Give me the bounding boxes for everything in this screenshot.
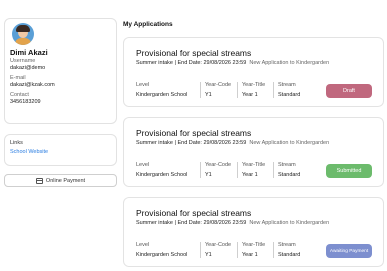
status-badge[interactable]: Awaiting Payment xyxy=(326,244,372,258)
credit-card-icon xyxy=(35,177,43,184)
application-intake: Summer intake | End Date: 29/08/2026 23:… xyxy=(136,60,247,66)
application-type: New Application to Kindergarden xyxy=(249,60,330,66)
stream-value: Standard xyxy=(278,252,301,258)
application-subtitle: Summer intake | End Date: 29/08/2026 23:… xyxy=(136,60,329,66)
application-card[interactable]: Provisional for special streams Summer i… xyxy=(123,197,384,267)
contact-label: Contact xyxy=(10,92,29,98)
application-details: Level Kindergarden School Year-Code Y1 Yea… xyxy=(136,242,322,258)
year-title-label: Year-Title xyxy=(242,82,266,88)
application-details: Level Kindergarden School Year-Code Y1 Yea… xyxy=(136,162,322,178)
links-card: Links School Website xyxy=(4,134,117,166)
year-title-label: Year-Title xyxy=(242,162,266,168)
username-label: Username xyxy=(10,58,36,64)
stream-label: Stream xyxy=(278,242,296,248)
profile-name: Dimi Akazi xyxy=(10,48,48,57)
status-badge[interactable]: Draft xyxy=(326,84,372,98)
year-code-value: Y1 xyxy=(205,172,212,178)
application-title: Provisional for special streams xyxy=(136,48,252,58)
year-code-label: Year-Code xyxy=(205,162,232,168)
avatar xyxy=(12,23,34,45)
sidebar: Dimi Akazi Username dakazi@demo E-mail d… xyxy=(4,18,117,187)
stream-value: Standard xyxy=(278,172,301,178)
application-intake: Summer intake | End Date: 29/08/2026 23:… xyxy=(136,220,247,226)
online-payment-label: Online Payment xyxy=(45,177,86,184)
school-website-link[interactable]: School Website xyxy=(10,149,111,155)
email-value: dakazi@kzak.com xyxy=(10,82,55,88)
links-title: Links xyxy=(10,140,23,146)
year-title-label: Year-Title xyxy=(242,242,266,248)
level-value: Kindergarden School xyxy=(136,252,188,258)
application-subtitle: Summer intake | End Date: 29/08/2026 23:… xyxy=(136,220,329,226)
stream-label: Stream xyxy=(278,82,296,88)
stream-value: Standard xyxy=(278,92,301,98)
application-details: Level Kindergarden School Year-Code Y1 Yea… xyxy=(136,82,322,98)
level-label: Level xyxy=(136,162,150,168)
year-title-value: Year 1 xyxy=(242,92,258,98)
application-type: New Application to Kindergarden xyxy=(249,140,330,146)
year-code-label: Year-Code xyxy=(205,242,232,248)
year-code-label: Year-Code xyxy=(205,82,232,88)
online-payment-button[interactable]: Online Payment xyxy=(4,174,117,187)
level-value: Kindergarden School xyxy=(136,92,188,98)
profile-card: Dimi Akazi Username dakazi@demo E-mail d… xyxy=(4,18,117,124)
application-card[interactable]: Provisional for special streams Summer i… xyxy=(123,117,384,187)
year-code-value: Y1 xyxy=(205,252,212,258)
year-code-value: Y1 xyxy=(205,92,212,98)
contact-value: 3456183209 xyxy=(10,99,41,105)
year-title-value: Year 1 xyxy=(242,172,258,178)
application-intake: Summer intake | End Date: 29/08/2026 23:… xyxy=(136,140,247,146)
level-value: Kindergarden School xyxy=(136,172,188,178)
application-subtitle: Summer intake | End Date: 29/08/2026 23:… xyxy=(136,140,329,146)
username-value: dakazi@demo xyxy=(10,65,46,71)
level-label: Level xyxy=(136,82,150,88)
application-type: New Application to Kindergarden xyxy=(249,220,330,226)
page-title: My Applications xyxy=(123,21,173,28)
year-title-value: Year 1 xyxy=(242,252,258,258)
level-label: Level xyxy=(136,242,150,248)
email-label: E-mail xyxy=(10,75,26,81)
status-badge[interactable]: Submitted xyxy=(326,164,372,178)
application-title: Provisional for special streams xyxy=(136,208,252,218)
stream-label: Stream xyxy=(278,162,296,168)
application-card[interactable]: Provisional for special streams Summer i… xyxy=(123,37,384,107)
application-title: Provisional for special streams xyxy=(136,128,252,138)
